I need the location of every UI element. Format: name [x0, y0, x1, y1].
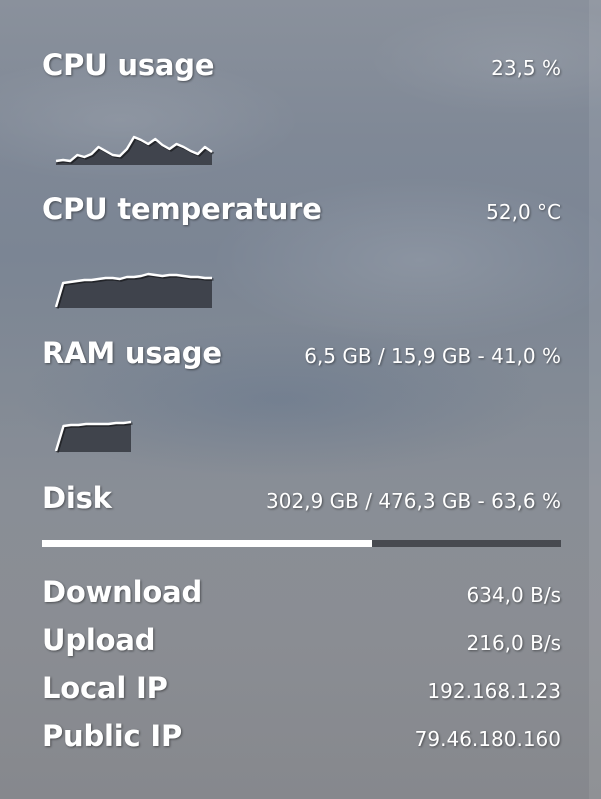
- public-ip-value: 79.46.180.160: [414, 727, 561, 751]
- local-ip-value: 192.168.1.23: [427, 679, 561, 703]
- upload-row: Upload 216,0 B/s: [42, 623, 561, 657]
- download-row: Download 634,0 B/s: [42, 575, 561, 609]
- download-value: 634,0 B/s: [466, 583, 562, 607]
- ram-usage-graph: [54, 418, 133, 453]
- disk-label: Disk: [42, 481, 112, 515]
- disk-usage-bar: [42, 540, 561, 547]
- cpu-temperature-graph: [54, 268, 214, 309]
- download-label: Download: [42, 575, 203, 609]
- disk-usage-bar-fill: [42, 540, 373, 547]
- cpu-usage-label: CPU usage: [42, 48, 215, 82]
- cpu-usage-graph: [55, 125, 215, 165]
- disk-value: 302,9 GB / 476,3 GB - 63,6 %: [266, 489, 561, 513]
- ram-usage-value: 6,5 GB / 15,9 GB - 41,0 %: [304, 344, 561, 368]
- upload-label: Upload: [42, 623, 156, 657]
- cpu-temperature-row: CPU temperature 52,0 °C: [42, 192, 561, 226]
- ram-usage-label: RAM usage: [42, 336, 222, 370]
- local-ip-label: Local IP: [42, 671, 168, 705]
- cpu-temperature-value: 52,0 °C: [486, 200, 561, 224]
- disk-row: Disk 302,9 GB / 476,3 GB - 63,6 %: [42, 481, 561, 515]
- cpu-usage-row: CPU usage 23,5 %: [42, 48, 561, 82]
- local-ip-row: Local IP 192.168.1.23: [42, 671, 561, 705]
- cpu-temperature-label: CPU temperature: [42, 192, 322, 226]
- public-ip-row: Public IP 79.46.180.160: [42, 719, 561, 753]
- public-ip-label: Public IP: [42, 719, 183, 753]
- cpu-usage-value: 23,5 %: [491, 56, 561, 80]
- upload-value: 216,0 B/s: [466, 631, 562, 655]
- window-edge: [589, 0, 601, 799]
- ram-usage-row: RAM usage 6,5 GB / 15,9 GB - 41,0 %: [42, 336, 561, 370]
